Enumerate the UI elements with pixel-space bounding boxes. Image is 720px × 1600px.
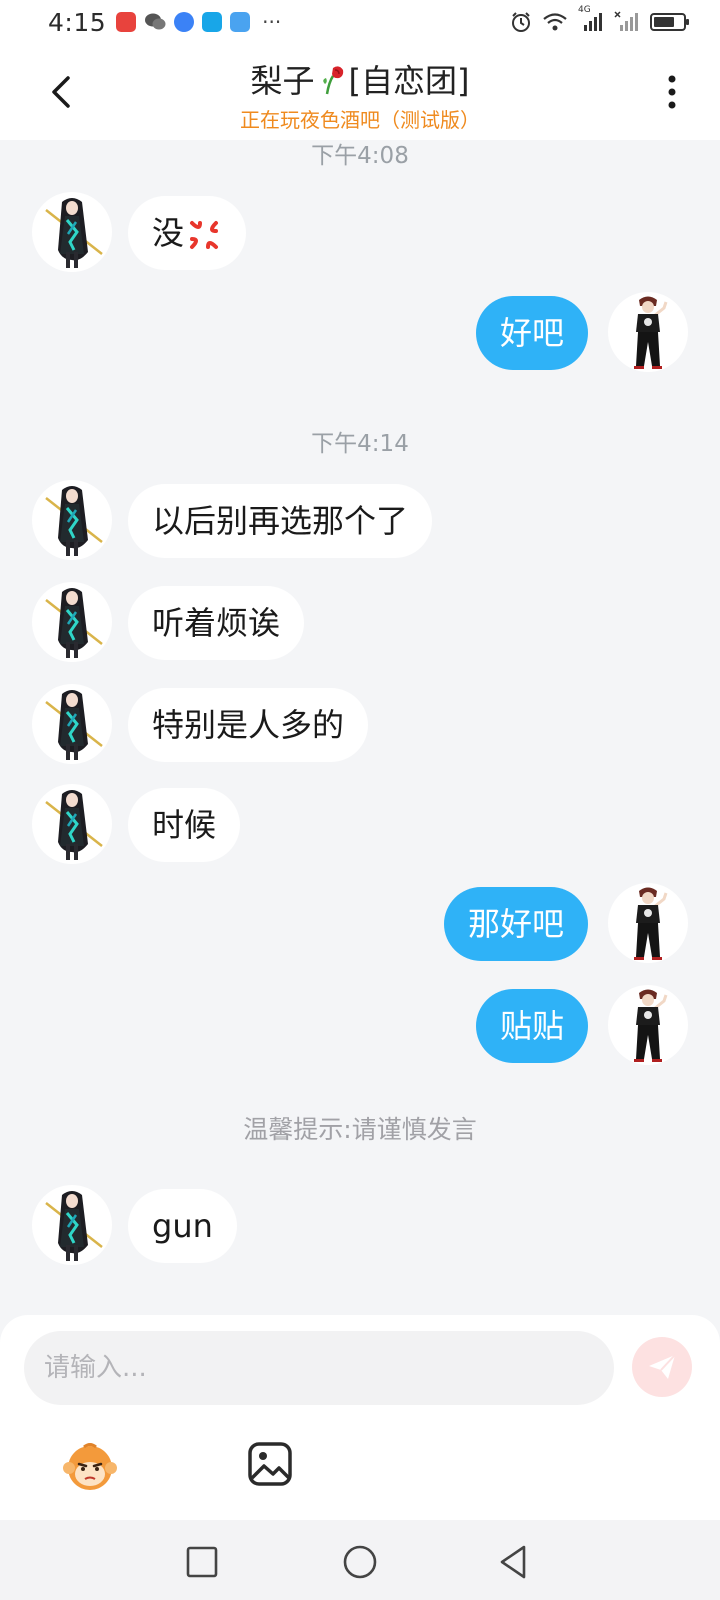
- self-avatar[interactable]: [608, 292, 688, 372]
- alarm-icon: [512, 12, 530, 32]
- contact-name: 梨子: [250, 62, 315, 100]
- signal-no-service-icon: [614, 11, 638, 31]
- anger-symbol-icon: [190, 221, 219, 249]
- battery-level: [654, 17, 675, 27]
- message-bubble[interactable]: 那好吧: [443, 887, 588, 961]
- message-row: 好吧: [0, 292, 720, 372]
- contact-avatar[interactable]: [32, 480, 112, 560]
- message-row: 那好吧: [0, 883, 720, 963]
- message-bubble[interactable]: 贴贴: [475, 989, 588, 1063]
- chat-header: 梨子 [自恋团] 正在玩夜色酒吧（测试版）: [0, 44, 720, 140]
- message-bubble[interactable]: gun: [128, 1189, 237, 1263]
- message-bubble[interactable]: 以后别再选那个了: [128, 484, 433, 558]
- contact-avatar[interactable]: [32, 192, 112, 272]
- message-input[interactable]: [24, 1331, 614, 1405]
- message-row: gun: [0, 1185, 720, 1265]
- home-button[interactable]: [340, 1542, 380, 1582]
- chat-message-list[interactable]: 下午4:08 没 好吧 下午4:14 以后别再选那个了 听着烦诶 特别是人多的 …: [0, 140, 720, 1315]
- wechat-icon: [145, 13, 166, 30]
- notification-icons: ···: [116, 12, 281, 32]
- self-avatar[interactable]: [608, 883, 688, 963]
- contact-group-tag: [自恋团]: [348, 62, 470, 100]
- back-nav-button[interactable]: [494, 1542, 534, 1582]
- contact-avatar[interactable]: [32, 582, 112, 662]
- status-time: 4:15: [48, 7, 107, 37]
- message-bubble[interactable]: 时候: [128, 788, 241, 862]
- signal-4g-icon: 4G: [578, 5, 604, 33]
- message-row: 听着烦诶: [0, 582, 720, 662]
- more-notifications-icon: ···: [262, 10, 282, 34]
- safety-tip: 温馨提示:请谨慎发言: [243, 1115, 477, 1144]
- contact-avatar[interactable]: [32, 784, 112, 864]
- message-row: 以后别再选那个了: [0, 480, 720, 560]
- contact-status: 正在玩夜色酒吧（测试版）: [240, 108, 480, 132]
- message-bubble[interactable]: 好吧: [475, 296, 588, 370]
- more-options-button[interactable]: [662, 70, 682, 114]
- search-app-icon: [202, 12, 223, 32]
- monkey-emoji-icon[interactable]: [62, 1438, 118, 1494]
- send-button[interactable]: [632, 1337, 692, 1397]
- weather-app-icon: [230, 12, 251, 32]
- browser-app-icon: [174, 12, 195, 32]
- battery-icon: [650, 13, 689, 31]
- image-icon[interactable]: [246, 1440, 294, 1488]
- input-panel: [0, 1315, 720, 1520]
- recent-apps-button[interactable]: [182, 1542, 222, 1582]
- timestamp-divider: 下午4:08: [311, 143, 409, 169]
- timestamp-divider: 下午4:14: [311, 431, 409, 457]
- message-row: 贴贴: [0, 985, 720, 1065]
- message-text: 没: [152, 214, 185, 252]
- message-bubble[interactable]: 没: [128, 196, 247, 270]
- wilted-rose-icon: [322, 66, 343, 95]
- paper-plane-icon: [649, 1354, 676, 1379]
- message-bubble[interactable]: 听着烦诶: [128, 586, 305, 660]
- message-row: 特别是人多的: [0, 684, 720, 764]
- system-nav-bar: [0, 1520, 720, 1600]
- book-app-icon: [116, 12, 137, 32]
- self-avatar[interactable]: [608, 985, 688, 1065]
- message-row: 没: [0, 192, 720, 272]
- contact-title: 梨子 [自恋团]: [0, 56, 720, 102]
- contact-avatar[interactable]: [32, 684, 112, 764]
- message-bubble[interactable]: 特别是人多的: [128, 688, 369, 762]
- status-bar: 4:15 ··· 4G: [0, 0, 720, 44]
- wifi-icon: [543, 13, 567, 31]
- message-row: 时候: [0, 784, 720, 864]
- system-icons: 4G: [510, 5, 689, 33]
- contact-avatar[interactable]: [32, 1185, 112, 1265]
